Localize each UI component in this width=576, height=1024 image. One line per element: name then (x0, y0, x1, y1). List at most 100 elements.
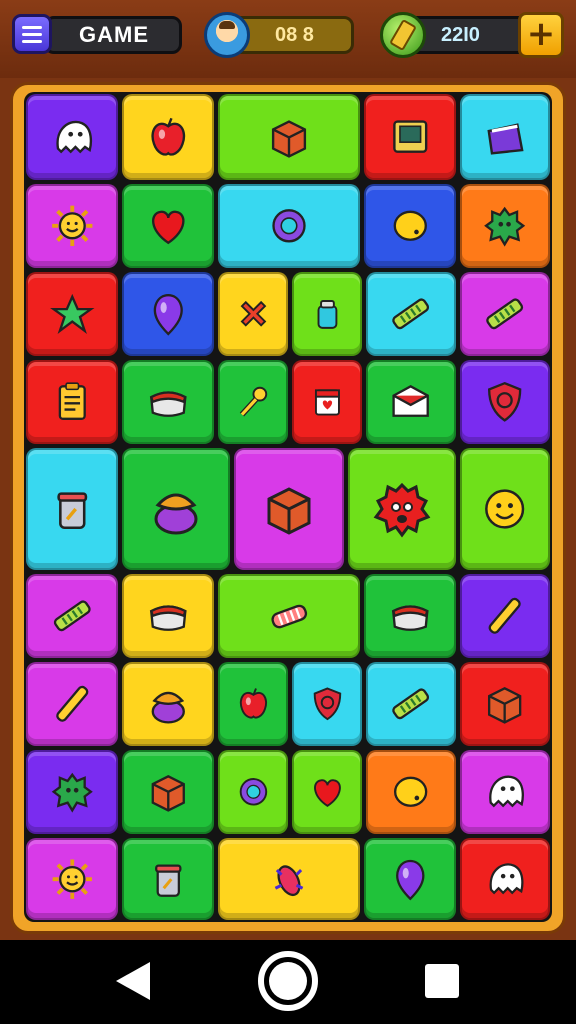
tile-pillow-r4c2[interactable] (122, 360, 214, 444)
tile-clipboard-r4c1[interactable] (26, 360, 118, 444)
tile-cup-r5c1[interactable] (26, 448, 118, 570)
cup-icon (154, 864, 182, 897)
avatar-icon[interactable] (204, 12, 250, 58)
top-bar: GAME 08 8 22I0 + (0, 0, 576, 78)
tile-bar-r7c5[interactable] (366, 662, 456, 746)
score-value: 08 8 (275, 23, 314, 46)
tile-calendar-r4c4[interactable] (292, 360, 362, 444)
box-icon (151, 775, 185, 812)
pot-icon (151, 692, 185, 724)
tile-pillow-r6c2[interactable] (122, 574, 214, 658)
tile-egg-r8c5[interactable] (366, 750, 456, 834)
tile-pen-r7c1[interactable] (26, 662, 118, 746)
tile-pot-r7c2[interactable] (122, 662, 214, 746)
tile-orb-r2c3[interactable] (218, 184, 360, 268)
tile-bar-r3c6[interactable] (460, 272, 550, 356)
box-icon (271, 119, 307, 158)
tile-box-r5c3[interactable] (234, 448, 344, 570)
tile-pot-r5c2[interactable] (122, 448, 230, 570)
ghost-icon (56, 120, 92, 153)
cross-icon (240, 301, 266, 327)
splat-icon (484, 207, 526, 247)
tile-apple-r1c2[interactable] (122, 94, 214, 180)
pillow-icon (149, 391, 187, 418)
key-icon (239, 386, 267, 417)
tile-heart-r8c4[interactable] (292, 750, 362, 834)
envelope-icon (392, 385, 430, 418)
tile-pillow-r6c4[interactable] (364, 574, 456, 658)
coins-value: 22I0 (441, 23, 480, 46)
tile-apple-r7c3[interactable] (218, 662, 288, 746)
home-icon[interactable] (258, 951, 318, 1011)
screen-icon (392, 119, 428, 153)
gem-icon (395, 859, 425, 901)
tile-bag-r1c5[interactable] (460, 94, 550, 180)
ghost-icon (489, 775, 525, 808)
egg-icon (394, 776, 428, 808)
tile-key-r4c3[interactable] (218, 360, 288, 444)
tile-orb-r8c3[interactable] (218, 750, 288, 834)
tile-shield-r7c4[interactable] (292, 662, 362, 746)
tile-heart-r2c2[interactable] (122, 184, 214, 268)
tile-bar-r6c1[interactable] (26, 574, 118, 658)
game-label: GAME (79, 22, 149, 47)
tile-egg-r2c4[interactable] (364, 184, 456, 268)
tile-star-r3c1[interactable] (26, 272, 118, 356)
tile-pen-r6c5[interactable] (460, 574, 550, 658)
tile-screen-r1c4[interactable] (364, 94, 456, 180)
add-coins-button[interactable]: + (518, 12, 564, 58)
tile-ghost-r1c1[interactable] (26, 94, 118, 180)
pillow-icon (149, 605, 187, 632)
tile-monster-r5c4[interactable] (348, 448, 456, 570)
sun-icon (52, 859, 92, 899)
back-icon[interactable] (116, 962, 150, 1000)
tile-box-r8c2[interactable] (122, 750, 214, 834)
ghost-icon (489, 863, 524, 895)
coin-icon (380, 12, 426, 58)
sun-icon (51, 205, 93, 247)
tile-bar-r3c5[interactable] (366, 272, 456, 356)
bar-icon (486, 298, 524, 330)
tile-box-r1c3[interactable] (218, 94, 360, 180)
tile-smile-r5c5[interactable] (460, 448, 550, 570)
smile-icon (485, 489, 525, 529)
tile-sun-r9c1[interactable] (26, 838, 118, 920)
tile-sun-r2c1[interactable] (26, 184, 118, 268)
box-icon (488, 687, 522, 724)
apple-icon (239, 688, 267, 719)
tile-cross-r3c3[interactable] (218, 272, 288, 356)
orb-icon (239, 778, 267, 806)
heart-icon (313, 779, 341, 808)
pen-icon (488, 597, 522, 635)
bar-icon (53, 600, 91, 632)
pillow-icon (391, 605, 429, 632)
tile-ghost-r9c5[interactable] (460, 838, 550, 920)
tile-shield-r4c6[interactable] (460, 360, 550, 444)
egg-icon (393, 210, 427, 242)
clipboard-icon (58, 382, 86, 421)
bar-icon (392, 298, 430, 330)
tile-splat-r8c1[interactable] (26, 750, 118, 834)
orb-icon (272, 209, 306, 243)
tile-bug-r9c3[interactable] (218, 838, 360, 920)
tile-jar-r3c4[interactable] (292, 272, 362, 356)
tile-cup-r9c2[interactable] (122, 838, 214, 920)
tile-ghost-r8c6[interactable] (460, 750, 550, 834)
heart-icon (151, 210, 185, 245)
tile-box-r7c6[interactable] (460, 662, 550, 746)
hamburger-icon[interactable] (12, 14, 52, 54)
tile-envelope-r4c5[interactable] (366, 360, 456, 444)
tile-candy-r6c3[interactable] (218, 574, 360, 658)
shield-icon (488, 382, 522, 422)
apple-icon (151, 117, 185, 156)
candy-icon (271, 604, 308, 629)
recent-apps-icon[interactable] (425, 964, 459, 998)
cup-icon (57, 492, 87, 530)
pot-icon (154, 493, 198, 535)
tile-gem-r3c2[interactable] (122, 272, 214, 356)
splat-icon (51, 773, 93, 813)
pen-icon (55, 685, 89, 723)
gem-icon (153, 294, 183, 336)
tile-splat-r2c5[interactable] (460, 184, 550, 268)
tile-gem-r9c4[interactable] (364, 838, 456, 920)
